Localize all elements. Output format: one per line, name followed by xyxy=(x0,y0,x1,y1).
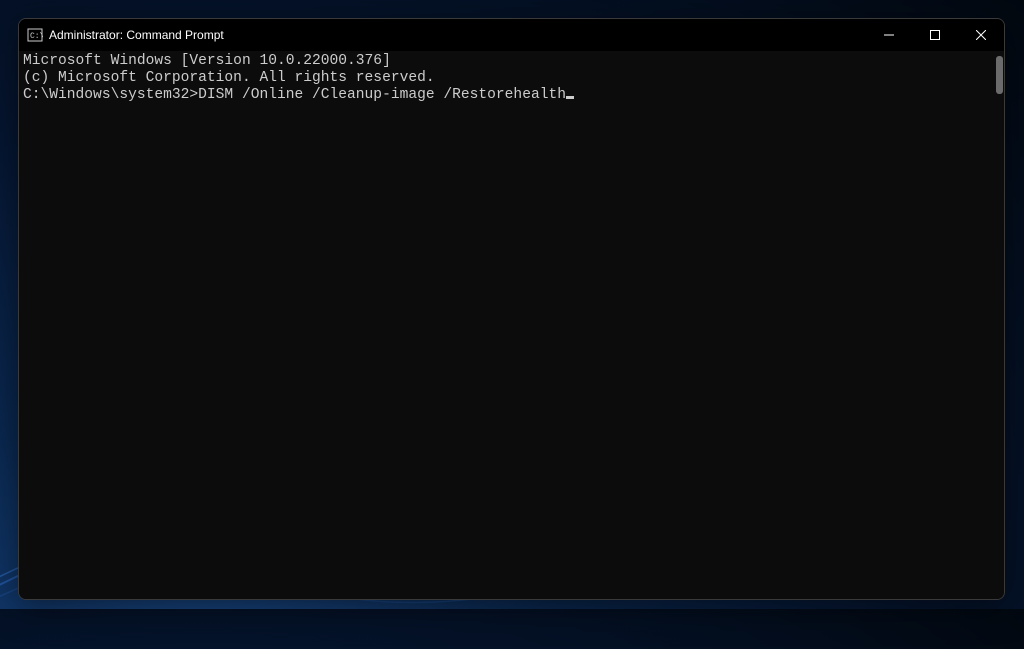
close-button[interactable] xyxy=(958,19,1004,51)
console-prompt-line: C:\Windows\system32>DISM /Online /Cleanu… xyxy=(23,87,1000,104)
prompt-path: C:\Windows\system32> xyxy=(23,87,198,103)
text-cursor xyxy=(566,96,574,99)
minimize-button[interactable] xyxy=(866,19,912,51)
cmd-icon: C:\ xyxy=(27,27,43,43)
svg-text:C:\: C:\ xyxy=(30,32,43,41)
scrollbar-thumb[interactable] xyxy=(996,56,1003,94)
command-prompt-window: C:\ Administrator: Command Prompt Micros… xyxy=(18,18,1005,600)
console-output[interactable]: Microsoft Windows [Version 10.0.22000.37… xyxy=(19,51,1004,599)
window-title: Administrator: Command Prompt xyxy=(49,28,866,42)
maximize-button[interactable] xyxy=(912,19,958,51)
titlebar[interactable]: C:\ Administrator: Command Prompt xyxy=(19,19,1004,51)
typed-command: DISM /Online /Cleanup-image /Restoreheal… xyxy=(198,87,566,103)
window-controls xyxy=(866,19,1004,51)
console-line: (c) Microsoft Corporation. All rights re… xyxy=(23,70,1000,87)
console-line: Microsoft Windows [Version 10.0.22000.37… xyxy=(23,53,1000,70)
